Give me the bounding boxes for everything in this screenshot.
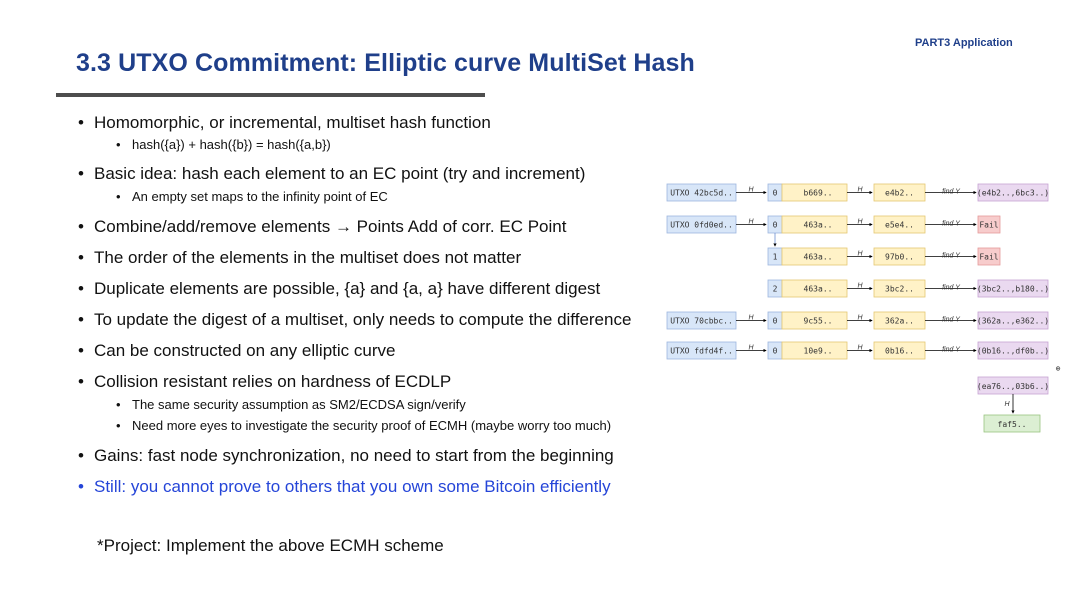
sum-label: (ea76..,03b6..)	[977, 382, 1049, 391]
bullet-text: Collision resistant relies on hardness o…	[94, 372, 452, 391]
h-label: H	[1004, 401, 1010, 408]
bullet-text: Gains: fast node synchronization, no nee…	[94, 446, 614, 465]
point-label: (362a..,e362..)	[977, 317, 1049, 326]
final-label: faf5..	[998, 420, 1027, 429]
part-label: PART3 Application	[915, 37, 1013, 49]
bullet-text: Basic idea: hash each element to an EC p…	[94, 164, 586, 183]
bullet-text: Still: you cannot prove to others that y…	[94, 477, 611, 496]
bullet-text: To update the digest of a multiset, only…	[94, 310, 632, 329]
bullet-dot: •	[78, 477, 84, 496]
hash-label: 3bc2..	[885, 285, 914, 294]
hash-label: b669..	[804, 189, 833, 198]
find-y-label: find Y	[942, 221, 961, 228]
bullet-dot: •	[78, 248, 84, 267]
sub-bullet-text: The same security assumption as SM2/ECDS…	[132, 397, 466, 412]
bullet-dot: •	[78, 341, 84, 360]
utxo-label: UTXO 0fd0ed..	[670, 221, 733, 230]
bullet-dot: •	[78, 446, 84, 465]
sub-bullet-text: Need more eyes to investigate the securi…	[132, 418, 612, 433]
hash-label: 463a..	[804, 221, 833, 230]
find-y-label: find Y	[942, 285, 961, 292]
fail-label: Fail	[979, 221, 998, 230]
project-note: *Project: Implement the above ECMH schem…	[97, 536, 444, 555]
find-y-label: find Y	[942, 317, 961, 324]
index-label: 1	[773, 253, 778, 262]
hash-label: 463a..	[804, 253, 833, 262]
bullet-dot: •	[78, 372, 84, 391]
point-label: (e4b2..,6bc3..)	[977, 189, 1049, 198]
fail-label: Fail	[979, 253, 998, 262]
sub-bullet-text: An empty set maps to the infinity point …	[132, 189, 388, 204]
utxo-label: UTXO 42bc5d..	[670, 189, 733, 198]
hash-label: 97b0..	[885, 253, 914, 262]
sub-bullet-dot: •	[116, 418, 121, 433]
hash-label: e5e4..	[885, 221, 914, 230]
bullet-text: Combine/add/remove elements → Points Add…	[94, 217, 567, 236]
sub-bullet-dot: •	[116, 137, 121, 152]
index-label: 0	[773, 189, 778, 198]
point-label: (3bc2..,b180..)	[977, 285, 1049, 294]
index-label: 0	[773, 317, 778, 326]
hash-label: 362a..	[885, 317, 914, 326]
hash-label: 0b16..	[885, 347, 914, 356]
sub-bullet-text: hash({a}) + hash({b}) = hash({a,b})	[132, 137, 331, 152]
find-y-label: find Y	[942, 189, 961, 196]
hash-label: e4b2..	[885, 189, 914, 198]
sum-symbol: ⊕	[1056, 364, 1061, 373]
hash-label: 463a..	[804, 285, 833, 294]
index-label: 2	[773, 285, 778, 294]
bullet-list: • Homomorphic, or incremental, multiset …	[0, 0, 660, 594]
index-label: 0	[773, 347, 778, 356]
sub-bullet-dot: •	[116, 189, 121, 204]
bullet-text: Can be constructed on any elliptic curve	[94, 341, 396, 360]
bullet-dot: •	[78, 279, 84, 298]
bullet-dot: •	[78, 217, 84, 236]
hash-label: 10e9..	[804, 347, 833, 356]
point-label: (0b16..,df0b..)	[977, 347, 1049, 356]
index-label: 0	[773, 221, 778, 230]
ecmh-diagram: UTXO 42bc5d.. H 0 b669.. He4b2.. find Y (e4b2.…	[662, 175, 1062, 445]
bullet-dot: •	[78, 164, 84, 183]
bullet-text: Homomorphic, or incremental, multiset ha…	[94, 113, 491, 132]
find-y-label: find Y	[942, 253, 961, 260]
find-y-label: find Y	[942, 347, 961, 354]
utxo-label: UTXO fdfd4f..	[670, 347, 733, 356]
sub-bullet-dot: •	[116, 397, 121, 412]
bullet-dot: •	[78, 113, 84, 132]
bullet-text: The order of the elements in the multise…	[94, 248, 522, 267]
bullet-text: Duplicate elements are possible, {a} and…	[94, 279, 601, 298]
bullet-dot: •	[78, 310, 84, 329]
hash-label: 9c55..	[804, 317, 833, 326]
utxo-label: UTXO 70cbbc..	[670, 317, 733, 326]
